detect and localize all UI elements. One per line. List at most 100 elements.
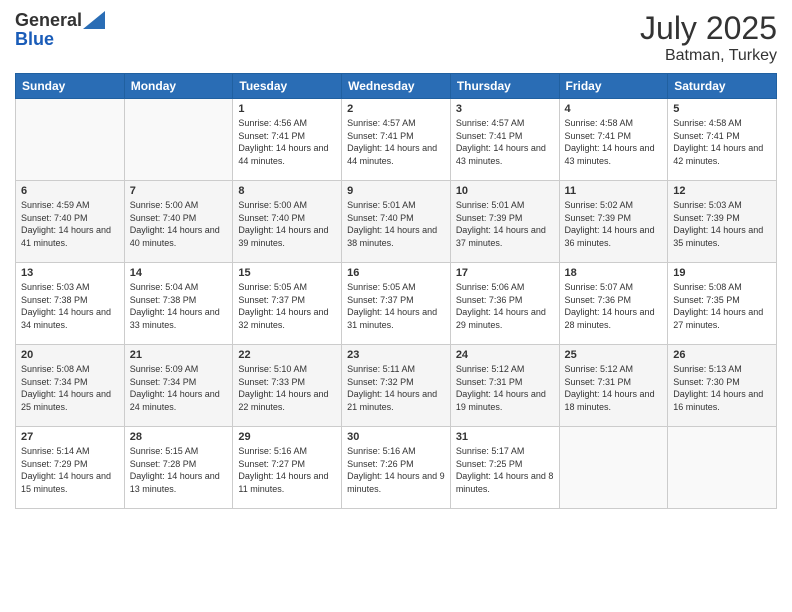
calendar-cell: 6 Sunrise: 4:59 AM Sunset: 7:40 PM Daylig… [16,181,125,263]
day-info: Sunrise: 5:16 AM Sunset: 7:27 PM Dayligh… [238,445,336,495]
location-title: Batman, Turkey [640,47,777,65]
calendar-cell [16,99,125,181]
day-info: Sunrise: 5:01 AM Sunset: 7:39 PM Dayligh… [456,199,554,249]
day-info: Sunrise: 5:05 AM Sunset: 7:37 PM Dayligh… [238,281,336,331]
calendar-cell: 30Sunrise: 5:16 AM Sunset: 7:26 PM Dayli… [342,427,451,509]
day-info: Sunrise: 5:14 AM Sunset: 7:29 PM Dayligh… [21,445,119,495]
calendar-cell: 24 Sunrise: 5:12 AM Sunset: 7:31 PM Dayli… [450,345,559,427]
day-number: 5 [673,103,771,115]
day-info: Sunrise: 5:08 AM Sunset: 7:35 PM Dayligh… [673,281,771,331]
day-number: 6 [21,185,119,197]
col-sunday: Sunday [16,74,125,99]
day-info: Sunrise: 5:02 AM Sunset: 7:39 PM Dayligh… [565,199,663,249]
calendar-cell: 4 Sunrise: 4:58 AM Sunset: 7:41 PM Daylig… [559,99,668,181]
calendar-cell: 14 Sunrise: 5:04 AM Sunset: 7:38 PM Dayli… [124,263,233,345]
day-number: 11 [565,185,663,197]
day-number: 4 [565,103,663,115]
day-number: 26 [673,349,771,361]
calendar-cell: 20Sunrise: 5:08 AM Sunset: 7:34 PM Dayli… [16,345,125,427]
calendar-cell: 8 Sunrise: 5:00 AM Sunset: 7:40 PM Daylig… [233,181,342,263]
day-number: 3 [456,103,554,115]
day-info: Sunrise: 5:09 AM Sunset: 7:34 PM Dayligh… [130,363,228,413]
day-info: Sunrise: 5:00 AM Sunset: 7:40 PM Dayligh… [130,199,228,249]
logo-general: General [15,10,82,31]
col-thursday: Thursday [450,74,559,99]
day-info: Sunrise: 4:57 AM Sunset: 7:41 PM Dayligh… [347,117,445,167]
calendar-cell: 5 Sunrise: 4:58 AM Sunset: 7:41 PM Daylig… [668,99,777,181]
logo-icon [83,11,105,29]
day-info: Sunrise: 5:03 AM Sunset: 7:38 PM Dayligh… [21,281,119,331]
calendar-cell: 13 Sunrise: 5:03 AM Sunset: 7:38 PM Dayli… [16,263,125,345]
calendar-week-row-1: 1Sunrise: 4:56 AM Sunset: 7:41 PM Daylig… [16,99,777,181]
day-number: 20 [21,349,119,361]
day-number: 28 [130,431,228,443]
day-info: Sunrise: 5:04 AM Sunset: 7:38 PM Dayligh… [130,281,228,331]
day-number: 14 [130,267,228,279]
day-info: Sunrise: 5:13 AM Sunset: 7:30 PM Dayligh… [673,363,771,413]
calendar-header-row: Sunday Monday Tuesday Wednesday Thursday… [16,74,777,99]
day-info: Sunrise: 5:03 AM Sunset: 7:39 PM Dayligh… [673,199,771,249]
calendar-cell: 27 Sunrise: 5:14 AM Sunset: 7:29 PM Dayli… [16,427,125,509]
day-info: Sunrise: 4:58 AM Sunset: 7:41 PM Dayligh… [565,117,663,167]
day-info: Sunrise: 5:00 AM Sunset: 7:40 PM Dayligh… [238,199,336,249]
calendar-cell [668,427,777,509]
day-number: 13 [21,267,119,279]
day-info: Sunrise: 4:57 AM Sunset: 7:41 PM Dayligh… [456,117,554,167]
day-number: 10 [456,185,554,197]
day-info: Sunrise: 4:59 AM Sunset: 7:40 PM Dayligh… [21,199,119,249]
calendar-week-row-4: 20Sunrise: 5:08 AM Sunset: 7:34 PM Dayli… [16,345,777,427]
calendar-cell: 28 Sunrise: 5:15 AM Sunset: 7:28 PM Dayli… [124,427,233,509]
page: General Blue July 2025 Batman, Turkey Su… [0,0,792,612]
day-number: 2 [347,103,445,115]
calendar-cell [124,99,233,181]
calendar-cell: 9Sunrise: 5:01 AM Sunset: 7:40 PM Daylig… [342,181,451,263]
calendar-cell: 7 Sunrise: 5:00 AM Sunset: 7:40 PM Daylig… [124,181,233,263]
title-block: July 2025 Batman, Turkey [640,10,777,65]
day-info: Sunrise: 5:05 AM Sunset: 7:37 PM Dayligh… [347,281,445,331]
calendar-cell: 1Sunrise: 4:56 AM Sunset: 7:41 PM Daylig… [233,99,342,181]
day-number: 17 [456,267,554,279]
day-info: Sunrise: 4:56 AM Sunset: 7:41 PM Dayligh… [238,117,336,167]
calendar-cell: 26 Sunrise: 5:13 AM Sunset: 7:30 PM Dayli… [668,345,777,427]
day-number: 22 [238,349,336,361]
day-number: 15 [238,267,336,279]
day-number: 7 [130,185,228,197]
calendar-cell: 23 Sunrise: 5:11 AM Sunset: 7:32 PM Dayli… [342,345,451,427]
day-info: Sunrise: 5:15 AM Sunset: 7:28 PM Dayligh… [130,445,228,495]
day-number: 27 [21,431,119,443]
day-number: 25 [565,349,663,361]
calendar-cell: 19 Sunrise: 5:08 AM Sunset: 7:35 PM Dayli… [668,263,777,345]
calendar-week-row-2: 6 Sunrise: 4:59 AM Sunset: 7:40 PM Daylig… [16,181,777,263]
calendar-cell [559,427,668,509]
day-number: 24 [456,349,554,361]
col-monday: Monday [124,74,233,99]
day-number: 29 [238,431,336,443]
day-info: Sunrise: 4:58 AM Sunset: 7:41 PM Dayligh… [673,117,771,167]
day-info: Sunrise: 5:07 AM Sunset: 7:36 PM Dayligh… [565,281,663,331]
day-info: Sunrise: 5:12 AM Sunset: 7:31 PM Dayligh… [565,363,663,413]
calendar-cell: 31Sunrise: 5:17 AM Sunset: 7:25 PM Dayli… [450,427,559,509]
col-friday: Friday [559,74,668,99]
calendar-cell: 29 Sunrise: 5:16 AM Sunset: 7:27 PM Dayli… [233,427,342,509]
calendar-week-row-5: 27 Sunrise: 5:14 AM Sunset: 7:29 PM Dayli… [16,427,777,509]
day-number: 23 [347,349,445,361]
day-number: 16 [347,267,445,279]
col-tuesday: Tuesday [233,74,342,99]
day-number: 19 [673,267,771,279]
day-info: Sunrise: 5:17 AM Sunset: 7:25 PM Dayligh… [456,445,554,495]
day-info: Sunrise: 5:01 AM Sunset: 7:40 PM Dayligh… [347,199,445,249]
calendar-cell: 11 Sunrise: 5:02 AM Sunset: 7:39 PM Dayli… [559,181,668,263]
calendar-cell: 3 Sunrise: 4:57 AM Sunset: 7:41 PM Daylig… [450,99,559,181]
day-info: Sunrise: 5:12 AM Sunset: 7:31 PM Dayligh… [456,363,554,413]
calendar-cell: 16 Sunrise: 5:05 AM Sunset: 7:37 PM Dayli… [342,263,451,345]
calendar-cell: 10 Sunrise: 5:01 AM Sunset: 7:39 PM Dayli… [450,181,559,263]
calendar-cell: 12Sunrise: 5:03 AM Sunset: 7:39 PM Dayli… [668,181,777,263]
day-number: 8 [238,185,336,197]
logo-blue: Blue [15,29,105,50]
col-saturday: Saturday [668,74,777,99]
header: General Blue July 2025 Batman, Turkey [15,10,777,65]
day-info: Sunrise: 5:11 AM Sunset: 7:32 PM Dayligh… [347,363,445,413]
day-info: Sunrise: 5:16 AM Sunset: 7:26 PM Dayligh… [347,445,445,495]
calendar-cell: 18Sunrise: 5:07 AM Sunset: 7:36 PM Dayli… [559,263,668,345]
calendar-cell: 25 Sunrise: 5:12 AM Sunset: 7:31 PM Dayli… [559,345,668,427]
